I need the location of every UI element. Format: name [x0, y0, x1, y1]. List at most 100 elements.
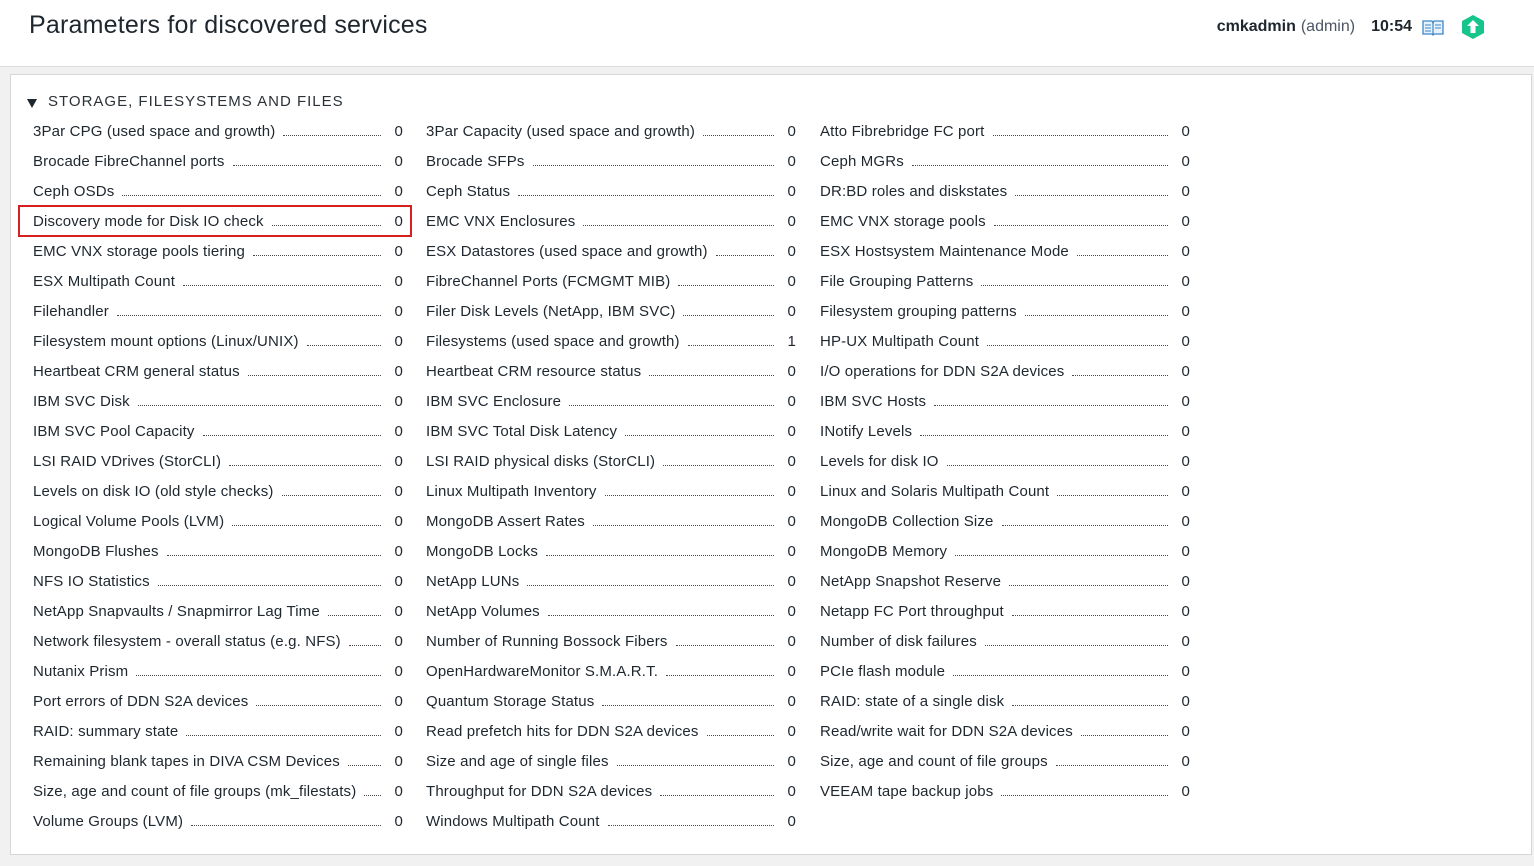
rule-link[interactable]: Levels for disk IO	[820, 453, 947, 470]
rule-link[interactable]: NetApp LUNs	[426, 573, 527, 590]
rule-link[interactable]: RAID: state of a single disk	[820, 693, 1012, 710]
rule-item[interactable]: MongoDB Assert Rates 0	[426, 506, 796, 536]
rule-item[interactable]: NetApp Snapshot Reserve 0	[820, 566, 1190, 596]
rule-link[interactable]: Filesystem mount options (Linux/UNIX)	[33, 333, 307, 350]
rule-link[interactable]: Windows Multipath Count	[426, 813, 608, 830]
collapse-triangle-icon[interactable]	[27, 99, 37, 108]
rule-link[interactable]: Ceph OSDs	[33, 183, 122, 200]
rule-item[interactable]: Levels for disk IO 0	[820, 446, 1190, 476]
rule-item[interactable]: ESX Datastores (used space and growth) 0	[426, 236, 796, 266]
rule-item[interactable]: Filesystem grouping patterns 0	[820, 296, 1190, 326]
rule-item[interactable]: I/O operations for DDN S2A devices 0	[820, 356, 1190, 386]
rule-link[interactable]: IBM SVC Disk	[33, 393, 138, 410]
rule-item[interactable]: Remaining blank tapes in DIVA CSM Device…	[33, 746, 403, 776]
rule-item[interactable]: PCIe flash module 0	[820, 656, 1190, 686]
rule-link[interactable]: OpenHardwareMonitor S.M.A.R.T.	[426, 663, 666, 680]
book-icon[interactable]	[1422, 18, 1444, 36]
rule-item[interactable]: LSI RAID physical disks (StorCLI) 0	[426, 446, 796, 476]
rule-link[interactable]: PCIe flash module	[820, 663, 953, 680]
rule-item[interactable]: File Grouping Patterns 0	[820, 266, 1190, 296]
rule-link[interactable]: Size and age of single files	[426, 753, 617, 770]
rule-link[interactable]: Quantum Storage Status	[426, 693, 602, 710]
rule-link[interactable]: NetApp Snapshot Reserve	[820, 573, 1009, 590]
rule-item[interactable]: EMC VNX storage pools tiering 0	[33, 236, 403, 266]
rule-link[interactable]: MongoDB Flushes	[33, 543, 167, 560]
rule-item[interactable]: IBM SVC Enclosure 0	[426, 386, 796, 416]
rule-item[interactable]: 3Par CPG (used space and growth) 0	[33, 116, 403, 146]
rule-item[interactable]: Levels on disk IO (old style checks) 0	[33, 476, 403, 506]
rule-link[interactable]: LSI RAID physical disks (StorCLI)	[426, 453, 663, 470]
rule-link[interactable]: INotify Levels	[820, 423, 920, 440]
rule-item[interactable]: Filesystem mount options (Linux/UNIX) 0	[33, 326, 403, 356]
rule-item[interactable]: EMC VNX storage pools 0	[820, 206, 1190, 236]
rule-link[interactable]: LSI RAID VDrives (StorCLI)	[33, 453, 229, 470]
rule-item[interactable]: RAID: summary state 0	[33, 716, 403, 746]
rule-item[interactable]: Filehandler 0	[33, 296, 403, 326]
rule-link[interactable]: MongoDB Assert Rates	[426, 513, 593, 530]
rule-item[interactable]: Port errors of DDN S2A devices 0	[33, 686, 403, 716]
rule-item[interactable]: INotify Levels 0	[820, 416, 1190, 446]
rule-link[interactable]: HP-UX Multipath Count	[820, 333, 987, 350]
rule-link[interactable]: Ceph Status	[426, 183, 518, 200]
rule-link[interactable]: MongoDB Locks	[426, 543, 546, 560]
section-header[interactable]: STORAGE, FILESYSTEMS AND FILES	[27, 93, 344, 110]
rule-item[interactable]: Linux and Solaris Multipath Count 0	[820, 476, 1190, 506]
rule-link[interactable]: IBM SVC Pool Capacity	[33, 423, 203, 440]
rule-link[interactable]: Brocade FibreChannel ports	[33, 153, 233, 170]
rule-item[interactable]: Heartbeat CRM resource status 0	[426, 356, 796, 386]
rule-item[interactable]: MongoDB Memory 0	[820, 536, 1190, 566]
rule-link[interactable]: Size, age and count of file groups (mk_f…	[33, 783, 364, 800]
rule-link[interactable]: Levels on disk IO (old style checks)	[33, 483, 282, 500]
rule-link[interactable]: ESX Hostsystem Maintenance Mode	[820, 243, 1077, 260]
rule-link[interactable]: NetApp Volumes	[426, 603, 548, 620]
rule-link[interactable]: Filer Disk Levels (NetApp, IBM SVC)	[426, 303, 683, 320]
rule-link[interactable]: Linux Multipath Inventory	[426, 483, 605, 500]
rule-item[interactable]: Heartbeat CRM general status 0	[33, 356, 403, 386]
rule-item[interactable]: MongoDB Flushes 0	[33, 536, 403, 566]
rule-item[interactable]: NetApp LUNs 0	[426, 566, 796, 596]
rule-link[interactable]: Read/write wait for DDN S2A devices	[820, 723, 1081, 740]
rule-link[interactable]: IBM SVC Hosts	[820, 393, 934, 410]
rule-item[interactable]: Brocade FibreChannel ports 0	[33, 146, 403, 176]
rule-item[interactable]: NetApp Snapvaults / Snapmirror Lag Time 0	[33, 596, 403, 626]
rule-item[interactable]: RAID: state of a single disk 0	[820, 686, 1190, 716]
rule-item[interactable]: Read prefetch hits for DDN S2A devices 0	[426, 716, 796, 746]
rule-item[interactable]: HP-UX Multipath Count 0	[820, 326, 1190, 356]
rule-item[interactable]: Filesystems (used space and growth) 1	[426, 326, 796, 356]
rule-link[interactable]: Atto Fibrebridge FC port	[820, 123, 993, 140]
rule-link[interactable]: Discovery mode for Disk IO check	[33, 213, 272, 230]
rule-item[interactable]: Discovery mode for Disk IO check 0	[18, 205, 412, 237]
rule-link[interactable]: NetApp Snapvaults / Snapmirror Lag Time	[33, 603, 328, 620]
rule-item[interactable]: ESX Multipath Count 0	[33, 266, 403, 296]
rule-item[interactable]: MongoDB Collection Size 0	[820, 506, 1190, 536]
rule-link[interactable]: EMC VNX storage pools tiering	[33, 243, 253, 260]
rule-item[interactable]: DR:BD roles and diskstates 0	[820, 176, 1190, 206]
rule-item[interactable]: FibreChannel Ports (FCMGMT MIB) 0	[426, 266, 796, 296]
rule-link[interactable]: FibreChannel Ports (FCMGMT MIB)	[426, 273, 678, 290]
rule-item[interactable]: IBM SVC Pool Capacity 0	[33, 416, 403, 446]
rule-link[interactable]: MongoDB Memory	[820, 543, 955, 560]
rule-link[interactable]: NFS IO Statistics	[33, 573, 158, 590]
rule-item[interactable]: Logical Volume Pools (LVM) 0	[33, 506, 403, 536]
rule-link[interactable]: Logical Volume Pools (LVM)	[33, 513, 232, 530]
rule-item[interactable]: NetApp Volumes 0	[426, 596, 796, 626]
rule-item[interactable]: Number of Running Bossock Fibers 0	[426, 626, 796, 656]
rule-link[interactable]: MongoDB Collection Size	[820, 513, 1002, 530]
rule-item[interactable]: Quantum Storage Status 0	[426, 686, 796, 716]
rule-item[interactable]: OpenHardwareMonitor S.M.A.R.T. 0	[426, 656, 796, 686]
rule-item[interactable]: Ceph OSDs 0	[33, 176, 403, 206]
rule-item[interactable]: Size, age and count of file groups 0	[820, 746, 1190, 776]
rule-link[interactable]: EMC VNX Enclosures	[426, 213, 583, 230]
rule-item[interactable]: Linux Multipath Inventory 0	[426, 476, 796, 506]
rule-item[interactable]: Ceph Status 0	[426, 176, 796, 206]
rule-link[interactable]: Network filesystem - overall status (e.g…	[33, 633, 349, 650]
rule-link[interactable]: Volume Groups (LVM)	[33, 813, 191, 830]
rule-item[interactable]: IBM SVC Total Disk Latency 0	[426, 416, 796, 446]
rule-link[interactable]: VEEAM tape backup jobs	[820, 783, 1001, 800]
rule-link[interactable]: Ceph MGRs	[820, 153, 912, 170]
user-name[interactable]: cmkadmin	[1217, 18, 1296, 36]
rule-item[interactable]: Ceph MGRs 0	[820, 146, 1190, 176]
rule-link[interactable]: 3Par Capacity (used space and growth)	[426, 123, 703, 140]
rule-link[interactable]: Nutanix Prism	[33, 663, 136, 680]
rule-item[interactable]: Nutanix Prism 0	[33, 656, 403, 686]
